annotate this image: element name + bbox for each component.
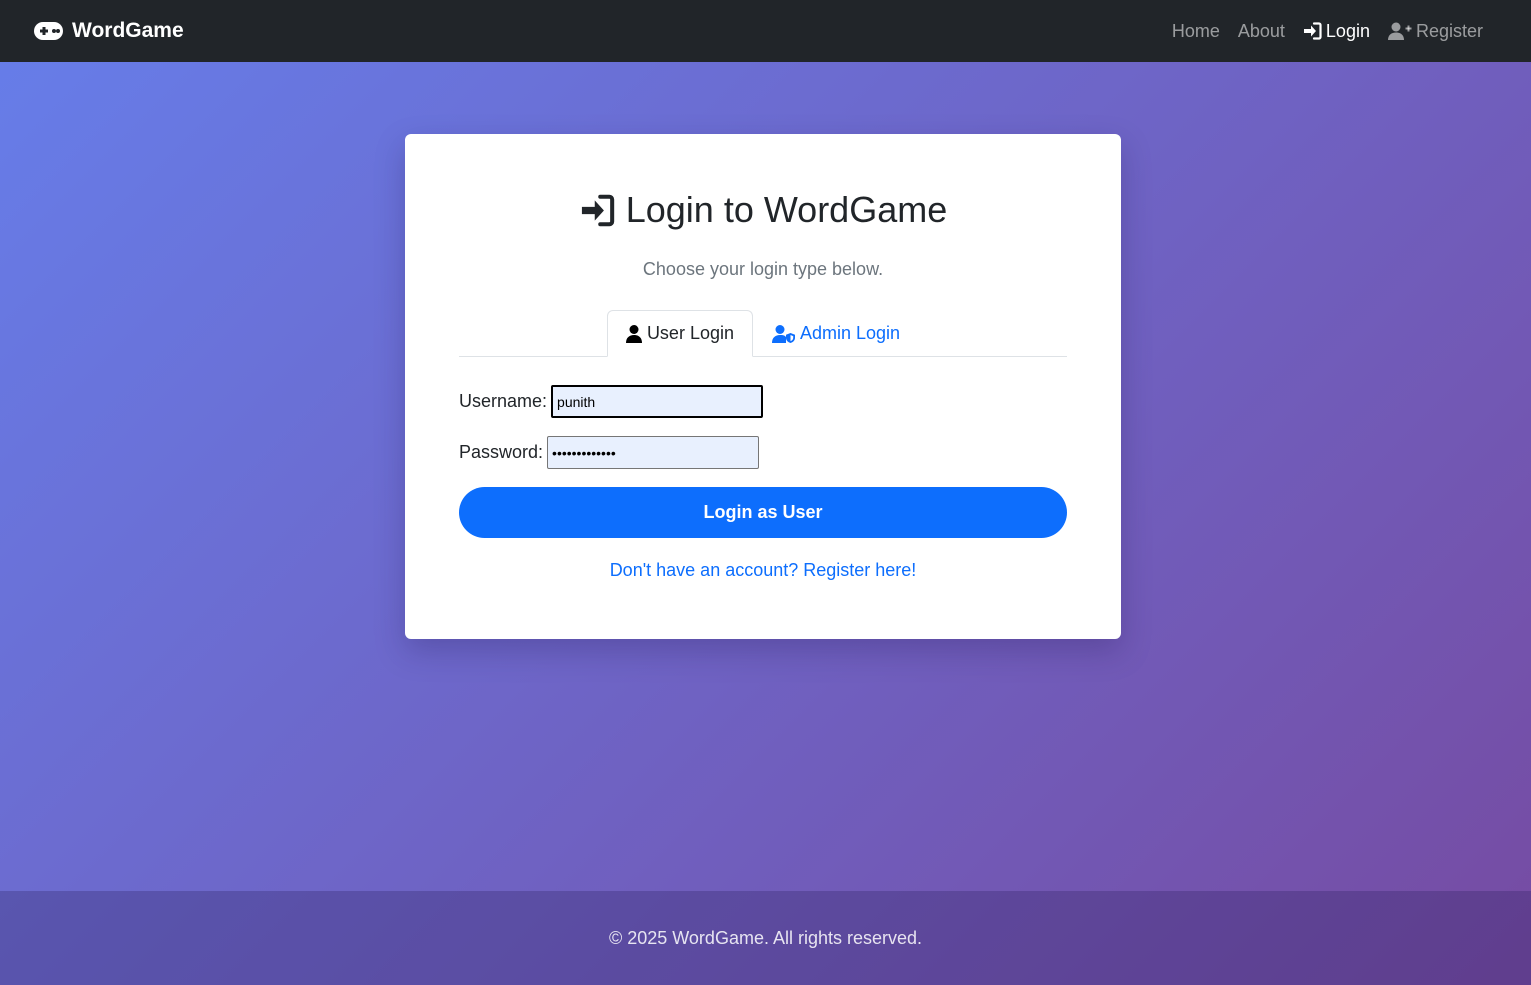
username-label: Username: [459,391,548,411]
register-link[interactable]: Don't have an account? Register here! [459,560,1067,581]
user-icon [625,324,642,343]
nav-home-label: Home [1171,20,1220,41]
sign-in-icon [579,194,616,227]
nav-login[interactable]: Login [1303,21,1370,42]
brand-name: WordGame [72,19,184,42]
login-button[interactable]: Login as User [459,487,1067,538]
nav-links: Home About Login Register [1172,21,1483,42]
tab-user-login-label: User Login [646,323,734,343]
nav-login-label: Login [1325,20,1370,41]
gamepad-icon [34,21,63,41]
nav-register-label: Register [1415,20,1483,41]
subtitle: Choose your login type below. [642,259,884,279]
nav-register[interactable]: Register [1387,20,1483,42]
footer: © 2025 WordGame. All rights reserved. [0,891,1531,985]
password-label: Password: [459,442,544,462]
nav-home[interactable]: Home [1172,21,1220,42]
tab-user-login[interactable]: User Login [606,310,753,357]
username-input[interactable] [551,385,764,418]
password-row: Password: [459,436,1067,469]
nav-about[interactable]: About [1238,21,1285,42]
tab-admin-login[interactable]: Admin Login [753,310,919,357]
navbar: WordGame Home About Login Register [0,0,1531,62]
nav-about-label: About [1237,20,1285,41]
password-input[interactable] [547,436,760,469]
brand[interactable]: WordGame [34,19,184,43]
login-form: Username: Password: Login as User [459,385,1067,538]
page-title-text: Login to WordGame [625,189,948,230]
sign-in-icon [1303,22,1322,40]
username-row: Username: [459,385,1067,418]
page-title: Login to WordGame [459,189,1067,231]
login-card: Login to WordGame Choose your login type… [405,134,1121,639]
tab-admin-login-label: Admin Login [799,323,901,343]
user-shield-icon [771,324,795,343]
user-plus-icon [1387,22,1412,40]
login-type-tabs: User Login Admin Login [459,310,1067,357]
footer-text: © 2025 WordGame. All rights reserved. [608,927,923,948]
